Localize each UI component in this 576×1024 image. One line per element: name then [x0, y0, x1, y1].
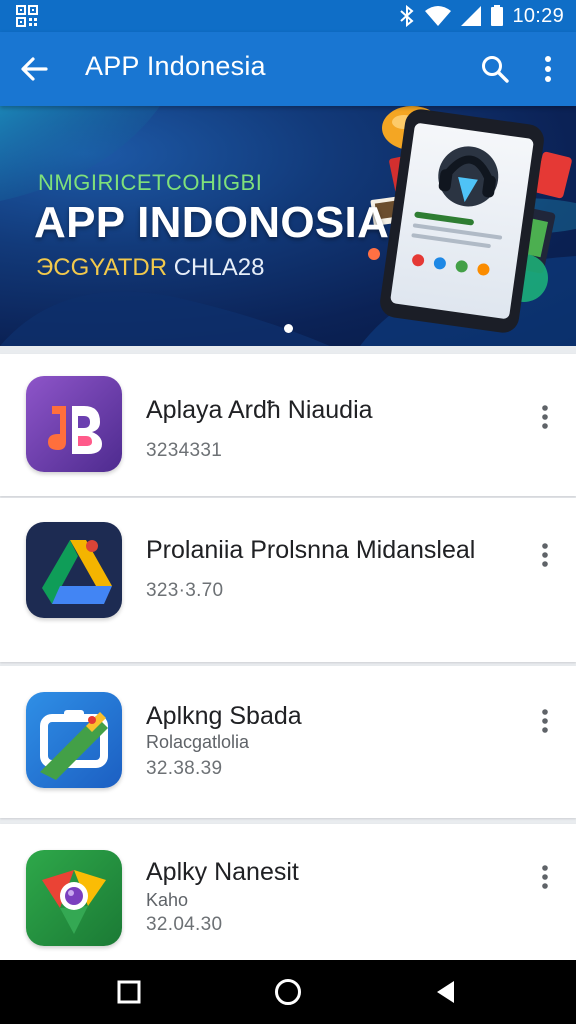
app-card[interactable]: Aplky Nanesit Kaho 32.04.30: [0, 824, 576, 960]
app-title: Aplky Nanesit: [146, 858, 299, 886]
more-vert-icon[interactable]: [532, 540, 558, 570]
banner-subtitle: ЭCGYATDR CHLA28: [36, 254, 264, 282]
banner-title: APP INDONOSIA: [34, 198, 390, 247]
page-indicator-dot: [284, 324, 293, 333]
banner-subtitle-code: ЭCGYATDR: [36, 254, 168, 281]
app-title: Prolaniia Prolsnna Midansleal: [146, 536, 476, 564]
recents-square-icon[interactable]: [113, 976, 145, 1008]
more-vert-icon[interactable]: [532, 402, 558, 432]
home-circle-icon[interactable]: [272, 976, 304, 1008]
battery-icon: [491, 5, 504, 26]
app-card[interactable]: Prolaniia Prolsnna Midansleal 323·3.70: [0, 498, 576, 662]
app-subtitle: Kaho: [146, 890, 189, 910]
more-vert-icon[interactable]: [532, 706, 558, 736]
app-meta: 32.38.39: [146, 758, 223, 779]
more-vert-icon[interactable]: [532, 862, 558, 892]
app-card[interactable]: Aplkng Sbada Rolacgatlolia 32.38.39: [0, 666, 576, 818]
promo-banner[interactable]: NMGIRICETCOHIGBI APP INDONOSIA ЭCGYATDR …: [0, 106, 576, 346]
banner-kicker: NMGIRICETCOHIGBI: [38, 170, 263, 195]
chrome-app-icon: [26, 850, 122, 946]
app-meta: 3234331: [146, 440, 223, 461]
status-bar: 10:29: [0, 0, 576, 32]
app-meta: 32.04.30: [146, 914, 223, 935]
search-icon[interactable]: [478, 52, 512, 86]
app-subtitle: Rolacgatlolia: [146, 732, 250, 752]
app-meta: 323·3.70: [146, 580, 224, 601]
banner-subtitle-label: CHLA28: [173, 254, 265, 281]
qr-code-icon: [16, 5, 38, 27]
signal-icon: [461, 6, 482, 26]
back-arrow-icon[interactable]: [16, 53, 52, 85]
status-time: 10:29: [512, 4, 564, 27]
system-nav-bar: [0, 960, 576, 1024]
app-title: Aplkng Sbada: [146, 702, 302, 730]
app-card[interactable]: Aplaya Ardħ Niaudia 3234331: [0, 354, 576, 496]
more-vert-icon[interactable]: [534, 52, 562, 86]
app-list: Aplaya Ardħ Niaudia 3234331 Prolaniia Pr…: [0, 346, 576, 960]
app-title: Aplaya Ardħ Niaudia: [146, 396, 373, 424]
back-triangle-icon[interactable]: [430, 976, 462, 1008]
status-icons: 10:29: [398, 4, 564, 28]
photo-app-icon: [26, 692, 122, 788]
bluetooth-icon: [400, 5, 414, 27]
page-title: APP Indonesia: [85, 51, 266, 81]
music-app-icon: [26, 376, 122, 472]
drive-app-icon: [26, 522, 122, 618]
app-bar: APP Indonesia: [0, 32, 576, 106]
wifi-icon: [425, 6, 452, 26]
